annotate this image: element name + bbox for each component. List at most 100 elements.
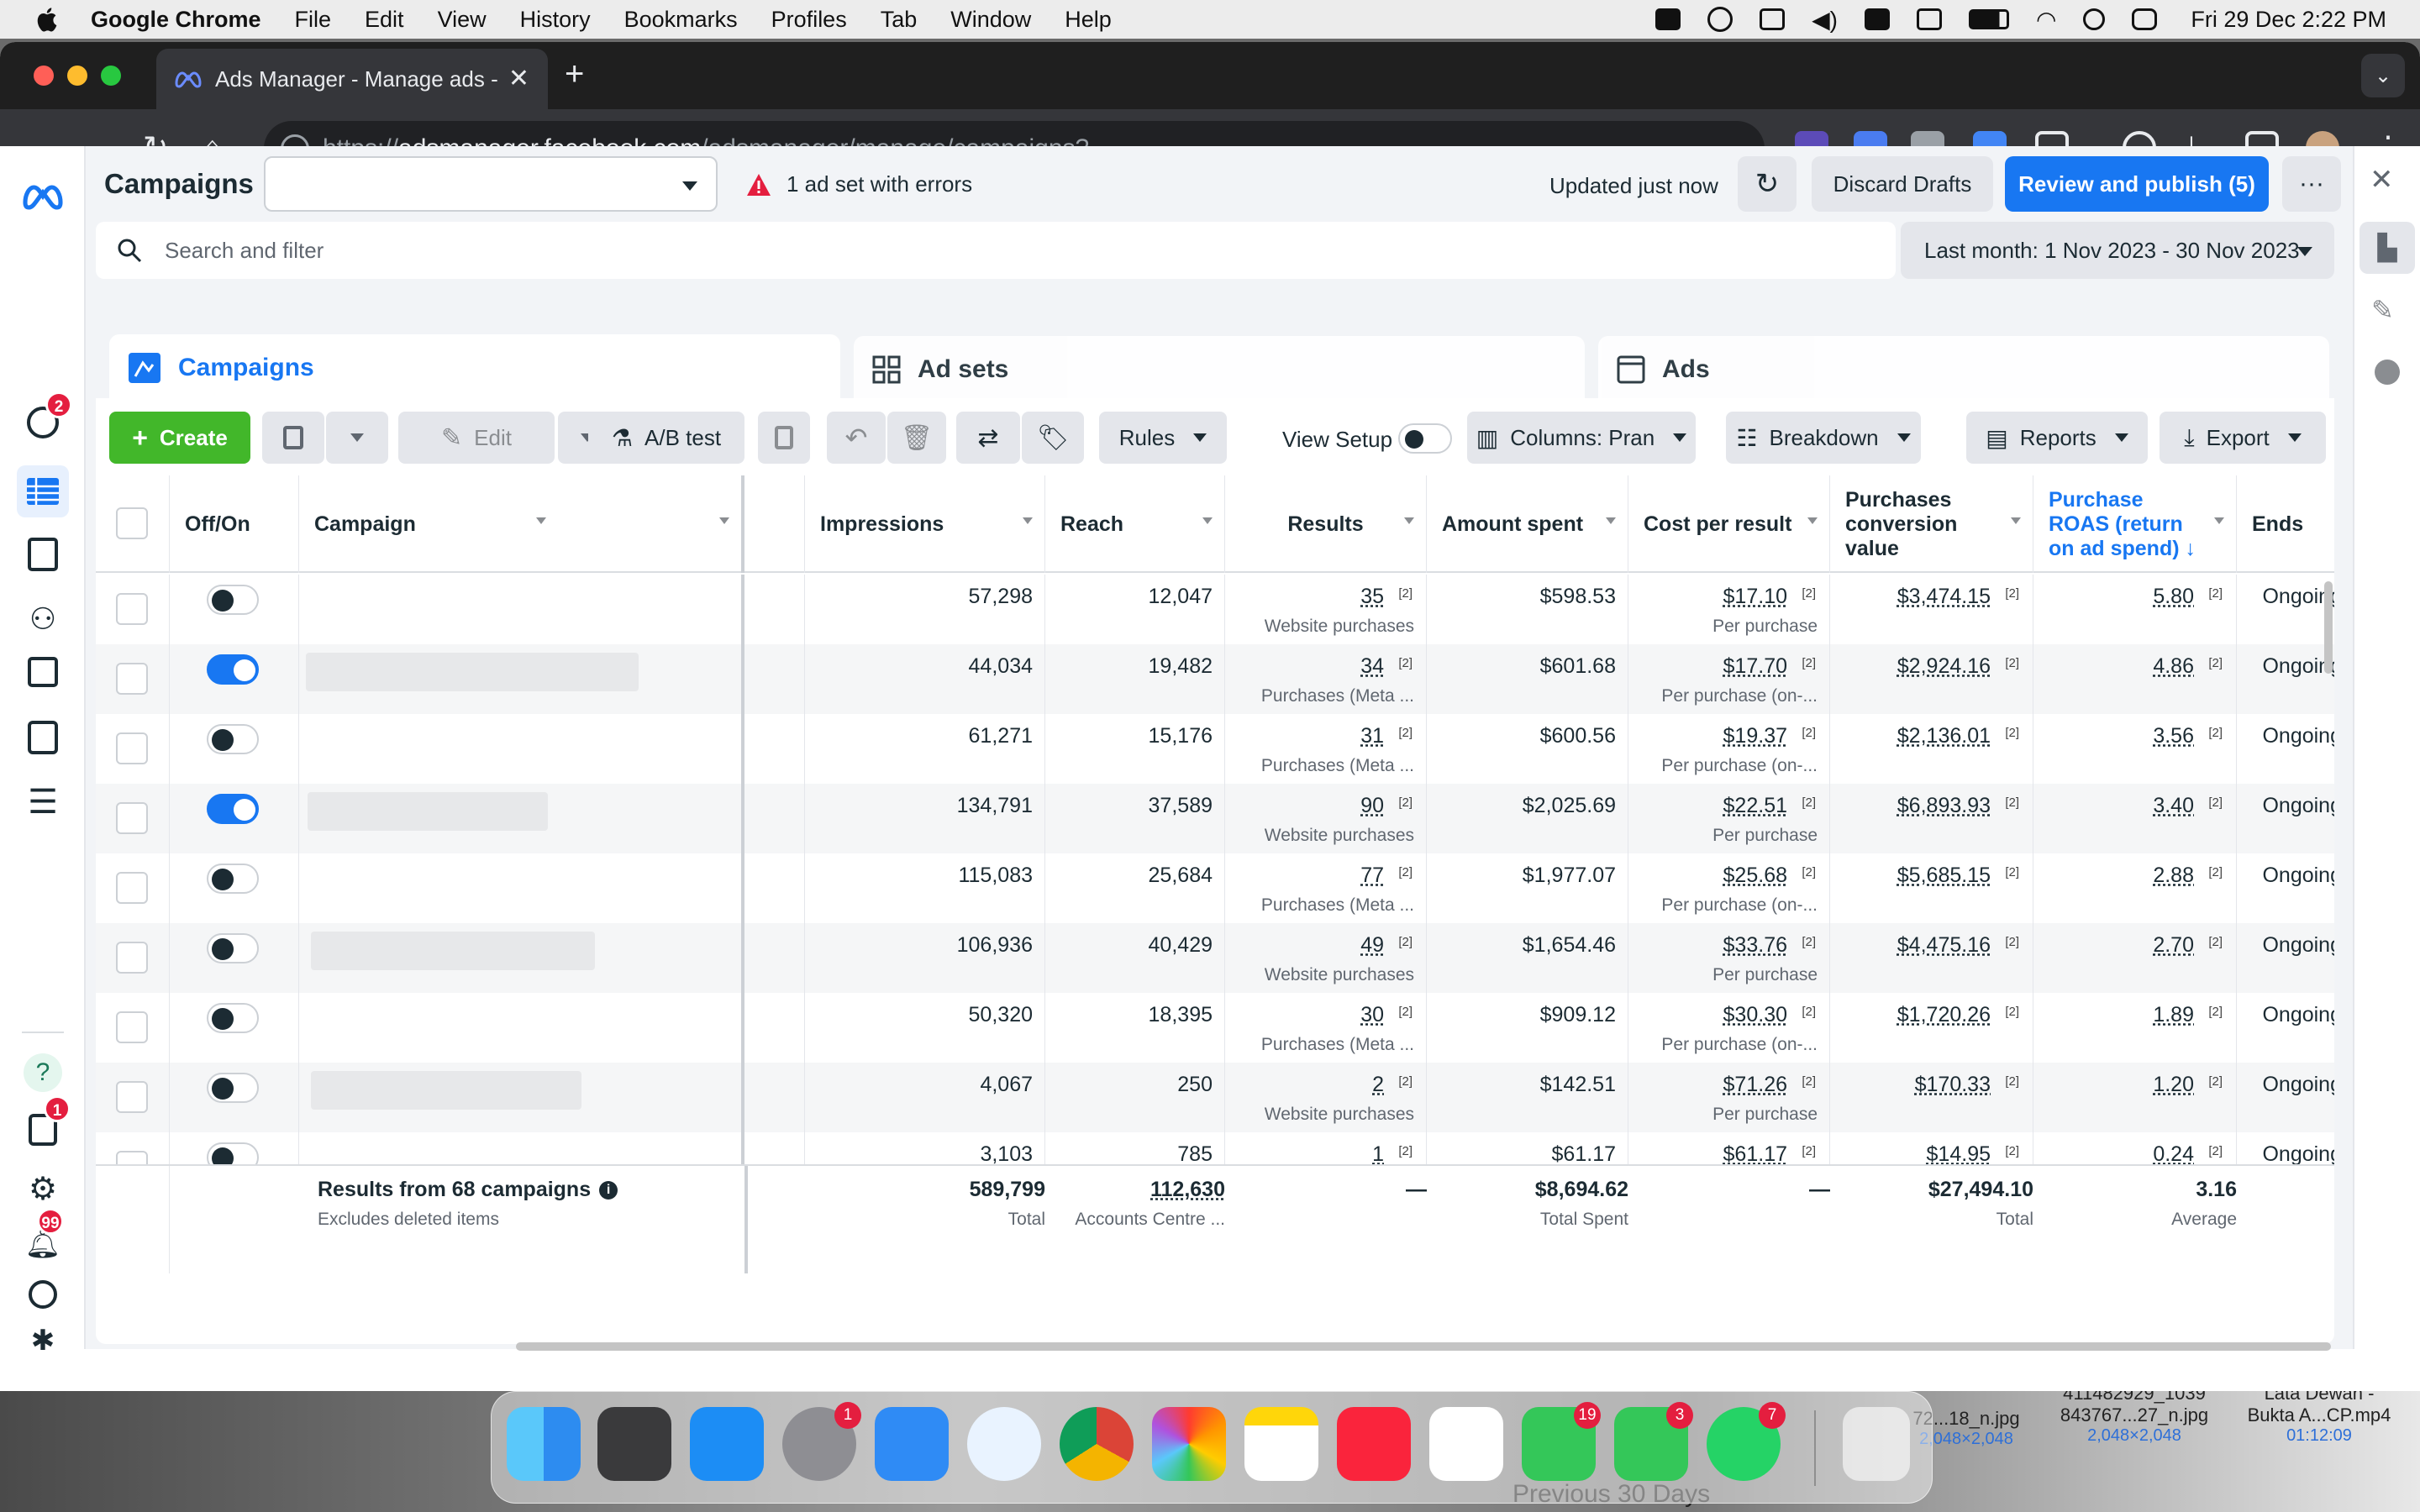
launchpad-icon[interactable] — [597, 1407, 671, 1481]
trash-icon[interactable] — [1843, 1407, 1910, 1481]
col-purchase-roas[interactable]: Purchase ROAS (return on ad spend) ↓ — [2033, 475, 2237, 573]
battery-icon[interactable] — [1968, 9, 2009, 29]
account-dropdown[interactable] — [264, 156, 718, 212]
campaign-toggle[interactable] — [207, 654, 259, 685]
cost-per-result-cell[interactable]: $17.10 [2] Per purchase — [1628, 575, 1830, 644]
cost-per-result-cell[interactable]: $33.76 [2] Per purchase — [1628, 923, 1830, 993]
info-icon[interactable]: i — [599, 1180, 618, 1200]
menu-profiles[interactable]: Profiles — [771, 7, 847, 33]
minimize-window-button[interactable] — [67, 66, 87, 86]
roas-cell[interactable]: 1.89 [2] — [2033, 993, 2237, 1063]
campaign-name-cell[interactable] — [299, 644, 744, 714]
results-cell[interactable]: 90 [2] Website purchases — [1225, 784, 1427, 853]
results-cell[interactable]: 30 [2] Purchases (Meta ... — [1225, 993, 1427, 1063]
menu-app-name[interactable]: Google Chrome — [91, 7, 261, 33]
breakdown-button[interactable]: ☷ Breakdown — [1726, 412, 1921, 464]
tag-button[interactable]: 🏷︎ — [1022, 412, 1084, 464]
campaign-name-cell[interactable] — [299, 993, 744, 1063]
roas-cell[interactable]: 5.80 [2] — [2033, 575, 2237, 644]
campaign-name-cell[interactable] — [299, 1063, 744, 1132]
rules-button[interactable]: Rules — [1099, 412, 1227, 464]
tab-campaigns[interactable]: Campaigns — [109, 334, 840, 402]
cost-per-result-cell[interactable]: $19.37 [2] Per purchase (on-... — [1628, 714, 1830, 784]
col-hidden[interactable] — [744, 475, 805, 573]
music-icon[interactable] — [1337, 1407, 1411, 1481]
date-range-picker[interactable]: Last month: 1 Nov 2023 - 30 Nov 2023 — [1901, 222, 2334, 279]
safari-icon[interactable] — [967, 1407, 1041, 1481]
col-amount-spent[interactable]: Amount spent — [1427, 475, 1628, 573]
row-checkbox[interactable] — [116, 663, 148, 695]
wifi-icon[interactable]: ◠ — [2036, 6, 2056, 34]
campaign-name-cell[interactable] — [299, 714, 744, 784]
vertical-scrollbar[interactable] — [2324, 581, 2333, 674]
menu-bookmarks[interactable]: Bookmarks — [624, 7, 738, 33]
messages-icon[interactable]: 19 — [1522, 1402, 1601, 1481]
bug-report-icon[interactable]: ✱ — [24, 1325, 62, 1357]
horizontal-scrollbar[interactable] — [516, 1342, 2331, 1351]
mail-icon[interactable] — [875, 1407, 949, 1481]
purchase-value-cell[interactable]: $1,720.26 [2] — [1830, 993, 2033, 1063]
campaign-name-cell[interactable] — [299, 575, 744, 644]
cost-per-result-cell[interactable]: $71.26 [2] Per purchase — [1628, 1063, 1830, 1132]
tab-search-button[interactable]: ⌄ — [2361, 54, 2405, 97]
table-row[interactable]: 61,271 15,176 31 [2] Purchases (Meta ... $600… — [96, 714, 2334, 784]
photos-icon[interactable] — [1152, 1407, 1226, 1481]
browser-tab[interactable]: Ads Manager - Manage ads - ✕ — [156, 49, 548, 109]
close-panel-icon[interactable]: ✕ — [2370, 163, 2394, 197]
reports-button[interactable]: ▤ Reports — [1966, 412, 2148, 464]
notes-icon[interactable] — [1244, 1407, 1318, 1481]
results-cell[interactable]: 31 [2] Purchases (Meta ... — [1225, 714, 1427, 784]
campaign-name-cell[interactable] — [299, 853, 744, 923]
results-cell[interactable]: 49 [2] Website purchases — [1225, 923, 1427, 993]
purchase-value-cell[interactable]: $4,475.16 [2] — [1830, 923, 2033, 993]
keyboard-a-icon[interactable] — [1864, 8, 1890, 30]
menu-tab[interactable]: Tab — [881, 7, 918, 33]
table-row[interactable]: 106,936 40,429 49 [2] Website purchases $1,65… — [96, 923, 2334, 993]
drive-icon[interactable] — [1655, 8, 1681, 30]
edit-button[interactable]: ✎ Edit — [398, 412, 555, 464]
volume-icon[interactable]: ◀︎) — [1812, 6, 1838, 34]
all-tools-menu-icon[interactable]: ☰ — [24, 783, 62, 822]
create-button[interactable]: + Create — [109, 412, 250, 464]
spotlight-icon[interactable] — [2083, 8, 2106, 30]
meta-logo-icon[interactable] — [18, 180, 67, 210]
row-checkbox[interactable] — [116, 593, 148, 625]
roas-cell[interactable]: 1.20 [2] — [2033, 1063, 2237, 1132]
chat-icon[interactable]: 2 — [27, 391, 72, 438]
roas-cell[interactable]: 2.88 [2] — [2033, 853, 2237, 923]
table-row[interactable]: 4,067 250 2 [2] Website purchases $142.51 $71.… — [96, 1063, 2334, 1132]
undo-button[interactable]: ↶ — [827, 412, 886, 464]
results-cell[interactable]: 34 [2] Purchases (Meta ... — [1225, 644, 1427, 714]
table-row[interactable]: 57,298 12,047 35 [2] Website purchases $598.5… — [96, 575, 2334, 644]
search-icon[interactable] — [29, 1280, 57, 1309]
row-checkbox[interactable] — [116, 942, 148, 974]
window-icon[interactable] — [1760, 8, 1786, 30]
purchase-value-cell[interactable]: $5,685.15 [2] — [1830, 853, 2033, 923]
col-results[interactable]: Results — [1225, 475, 1427, 573]
history-panel-icon[interactable] — [2375, 360, 2400, 385]
tab-ads[interactable]: Ads — [1598, 336, 2329, 403]
media-library-icon[interactable] — [28, 657, 58, 687]
help-icon[interactable]: ? — [24, 1053, 62, 1092]
system-settings-icon[interactable]: 1 — [782, 1402, 861, 1481]
display-icon[interactable] — [1916, 8, 1942, 30]
menu-edit[interactable]: Edit — [365, 7, 404, 33]
results-cell[interactable]: 35 [2] Website purchases — [1225, 575, 1427, 644]
whatsapp-icon[interactable]: 7 — [1707, 1402, 1786, 1481]
cost-per-result-cell[interactable]: $25.68 [2] Per purchase (on-... — [1628, 853, 1830, 923]
menu-clock[interactable]: Fri 29 Dec 2:22 PM — [2191, 7, 2386, 33]
new-tab-button[interactable]: + — [565, 55, 584, 93]
finder-icon[interactable] — [507, 1407, 581, 1481]
rules-shortcut-button[interactable]: ⇄ — [956, 412, 1020, 464]
row-checkbox[interactable] — [116, 872, 148, 904]
notifications-list-icon[interactable]: 1 — [29, 1095, 71, 1146]
review-publish-button[interactable]: Review and publish (5) — [2005, 156, 2269, 212]
refresh-button[interactable]: ↻ — [1738, 156, 1797, 212]
clipboard-button[interactable] — [758, 412, 810, 464]
zoom-window-button[interactable] — [101, 66, 121, 86]
facetime-icon[interactable]: 3 — [1614, 1402, 1693, 1481]
play-icon[interactable] — [1707, 7, 1733, 32]
pages-icon[interactable] — [28, 538, 58, 571]
results-cell[interactable]: 77 [2] Purchases (Meta ... — [1225, 853, 1427, 923]
row-checkbox[interactable] — [116, 1081, 148, 1113]
